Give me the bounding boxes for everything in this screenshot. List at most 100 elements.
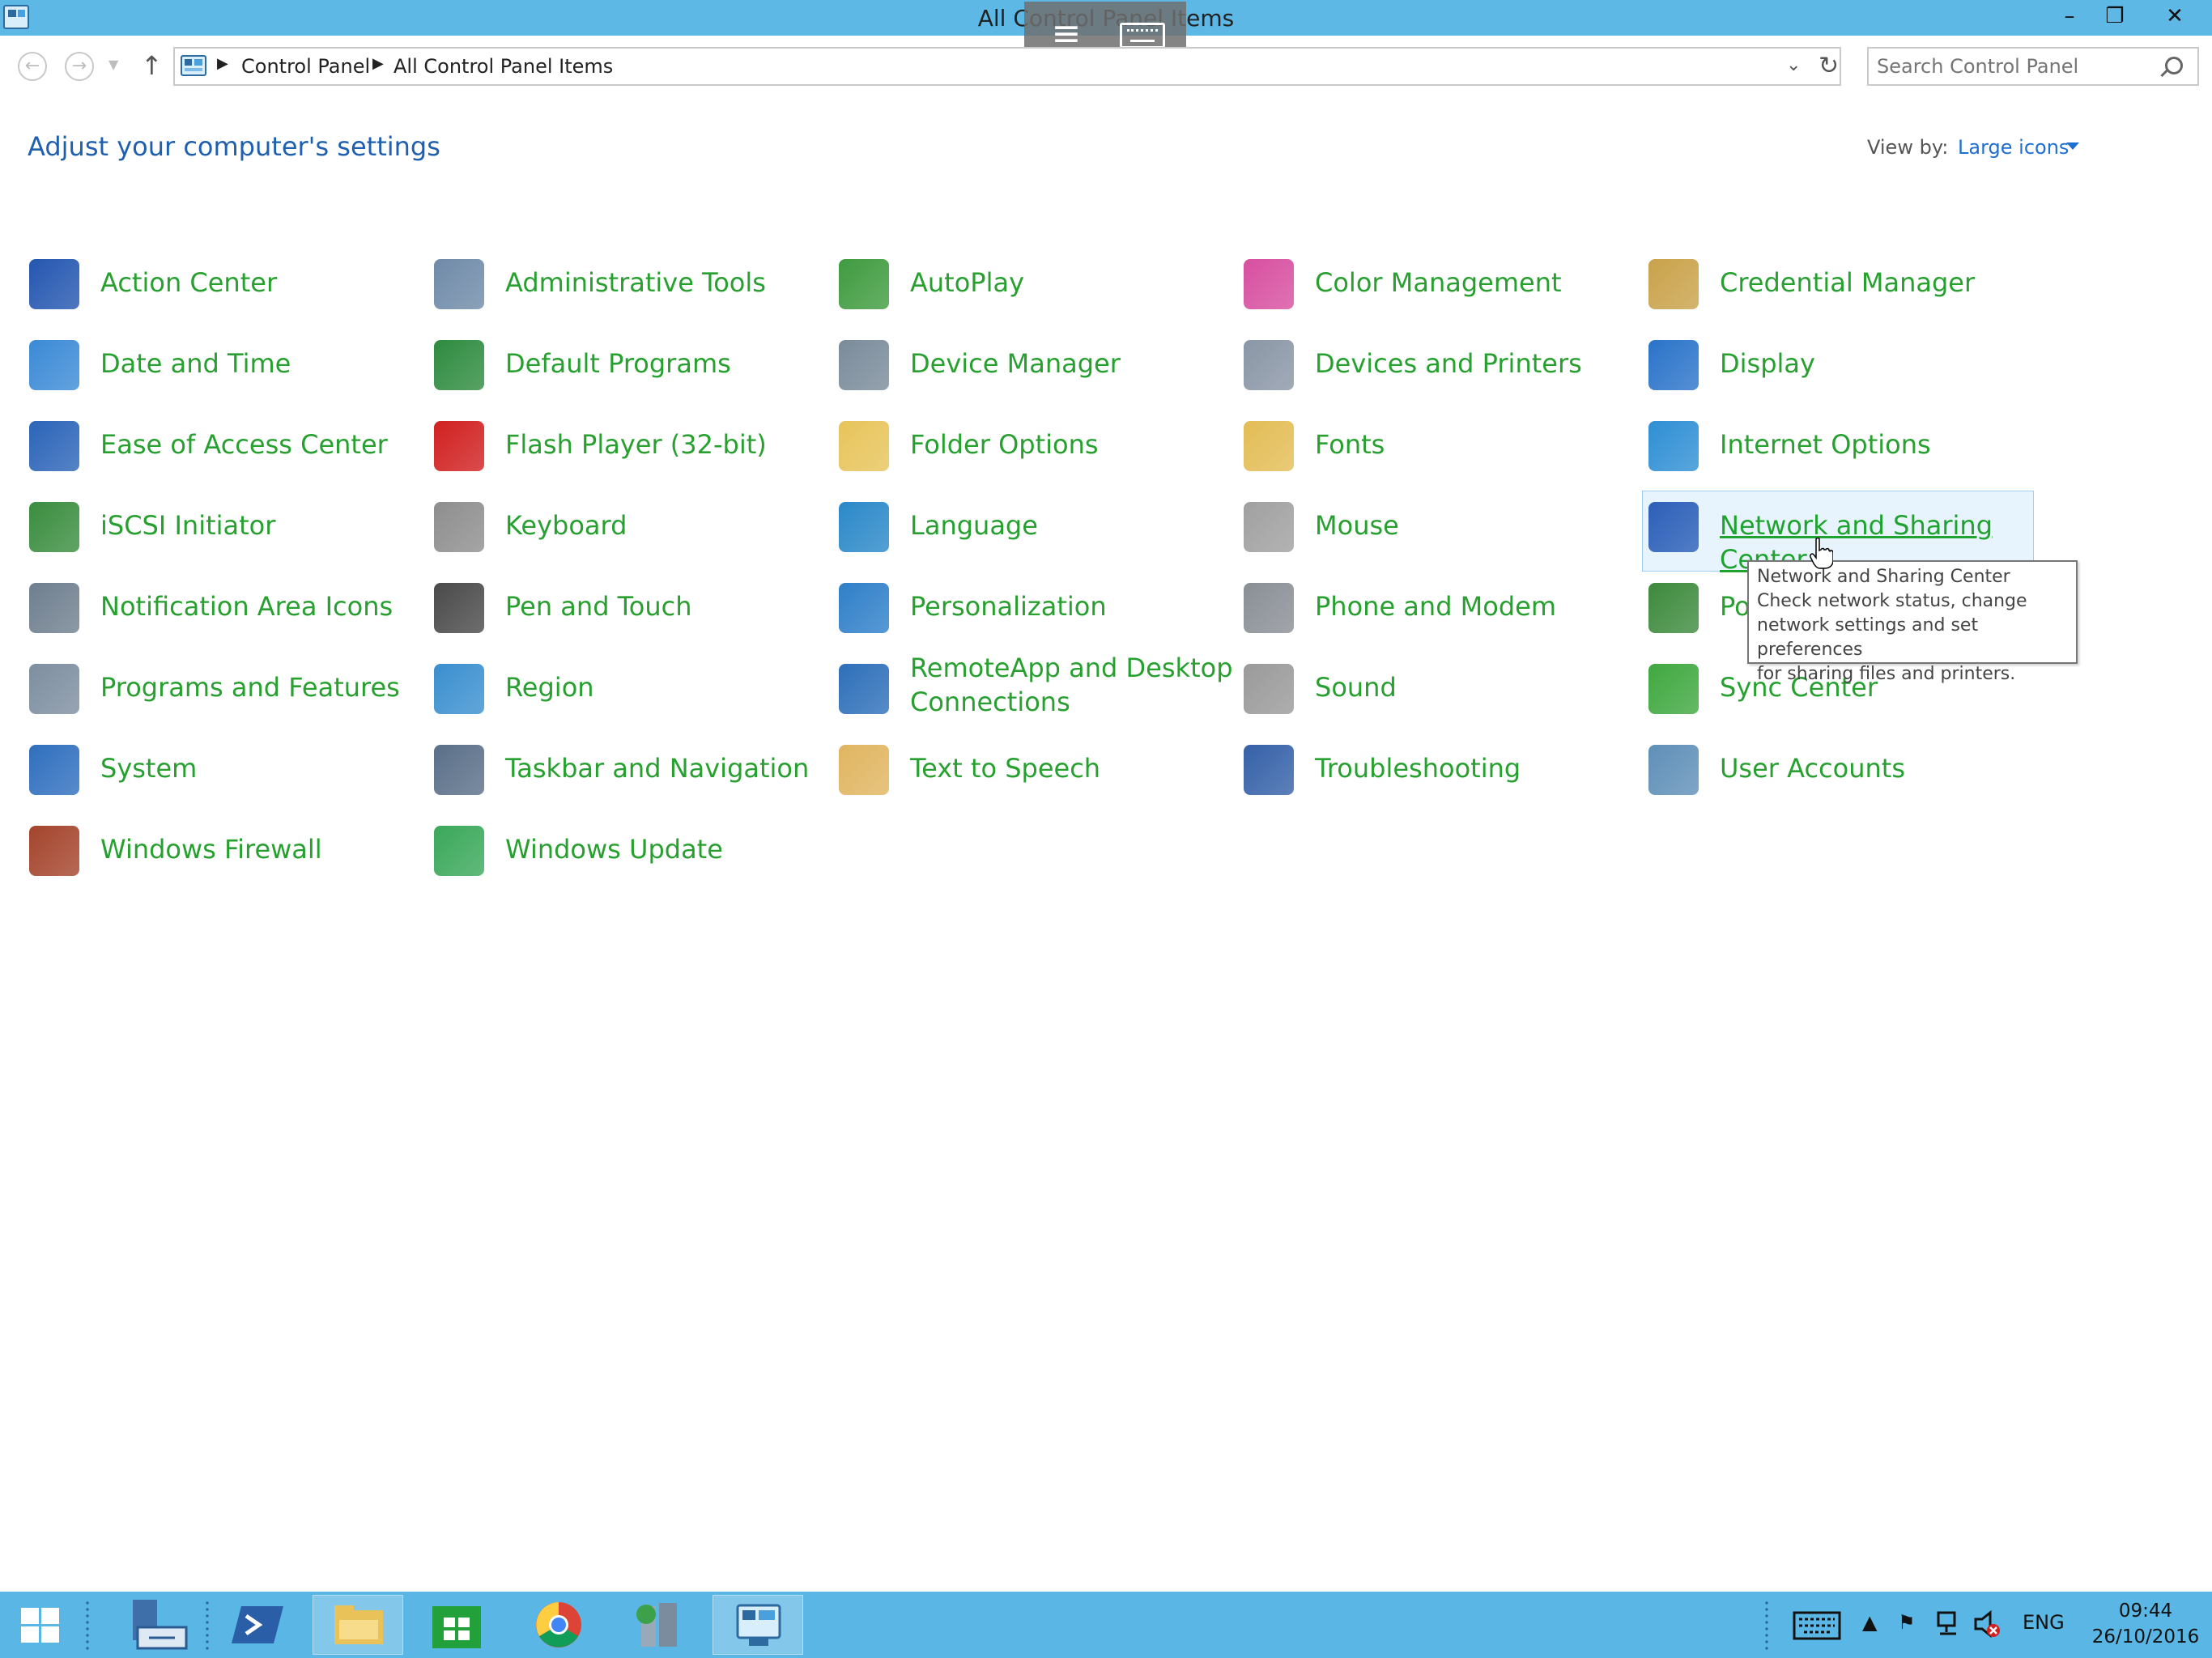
volume-muted-icon[interactable] xyxy=(1972,1609,2001,1639)
item-label[interactable]: Display xyxy=(1720,346,2044,380)
control-panel-item-troubleshooting[interactable]: Troubleshooting xyxy=(1239,729,1644,810)
breadcrumb-chevron-icon[interactable]: ▶ xyxy=(372,55,384,72)
control-panel-item-region[interactable]: Region xyxy=(429,648,834,729)
search-box[interactable] xyxy=(1867,47,2199,86)
item-label[interactable]: Keyboard xyxy=(505,508,829,542)
control-panel-item-user-accounts[interactable]: User Accounts xyxy=(1644,729,2048,810)
control-panel-item-notification-area-icons[interactable]: Notification Area Icons xyxy=(24,567,429,648)
search-input[interactable] xyxy=(1877,53,2152,79)
control-panel-item-ease-of-access-center[interactable]: Ease of Access Center xyxy=(24,405,429,486)
control-panel-item-programs-and-features[interactable]: Programs and Features xyxy=(24,648,429,729)
chrome-taskbar-icon[interactable] xyxy=(513,1595,604,1655)
forward-button[interactable]: → xyxy=(65,52,94,81)
control-panel-taskbar-icon[interactable] xyxy=(713,1595,803,1655)
powershell-taskbar-icon[interactable] xyxy=(212,1595,303,1655)
search-icon[interactable] xyxy=(2165,57,2183,74)
control-panel-item-taskbar-and-navigation[interactable]: Taskbar and Navigation xyxy=(429,729,834,810)
item-label[interactable]: Flash Player (32-bit) xyxy=(505,427,829,461)
network-icon[interactable] xyxy=(1935,1609,1964,1639)
system-tools-taskbar-icon[interactable] xyxy=(614,1595,704,1655)
item-label[interactable]: Ease of Access Center xyxy=(100,427,424,461)
address-bar[interactable]: ▶ Control Panel ▶ All Control Panel Item… xyxy=(173,47,1841,86)
back-button[interactable]: ← xyxy=(18,52,47,81)
control-panel-item-language[interactable]: Language xyxy=(834,486,1239,567)
control-panel-item-network-and-sharing-center[interactable]: Network and Sharing Center xyxy=(1642,486,2048,575)
control-panel-item-display[interactable]: Display xyxy=(1644,324,2048,405)
item-label[interactable]: Region xyxy=(505,670,829,704)
taskbar-grip[interactable] xyxy=(204,1600,211,1650)
start-button-windows-icon[interactable] xyxy=(21,1608,62,1643)
control-panel-item-iscsi-initiator[interactable]: iSCSI Initiator xyxy=(24,486,429,567)
restore-button[interactable]: ❐ xyxy=(2094,0,2136,32)
item-label[interactable]: Pen and Touch xyxy=(505,589,829,623)
item-label[interactable]: Internet Options xyxy=(1720,427,2044,461)
view-by-dropdown[interactable]: Large icons xyxy=(1958,136,2069,159)
breadcrumb-chevron-icon[interactable]: ▶ xyxy=(217,55,228,72)
item-label[interactable]: Sound xyxy=(1315,670,1639,704)
keyboard-icon[interactable] xyxy=(1120,23,1165,49)
item-label[interactable]: Notification Area Icons xyxy=(100,589,424,623)
item-label[interactable]: Windows Firewall xyxy=(100,832,424,866)
control-panel-item-default-programs[interactable]: Default Programs xyxy=(429,324,834,405)
dropdown-caret-icon[interactable] xyxy=(2066,142,2079,150)
item-label[interactable]: System xyxy=(100,751,424,785)
server-manager-taskbar-icon[interactable] xyxy=(110,1595,201,1655)
item-label[interactable]: Devices and Printers xyxy=(1315,346,1639,380)
address-dropdown-icon[interactable]: ⌄ xyxy=(1786,55,1801,75)
control-panel-item-system[interactable]: System xyxy=(24,729,429,810)
control-panel-item-windows-update[interactable]: Windows Update xyxy=(429,810,834,891)
control-panel-item-internet-options[interactable]: Internet Options xyxy=(1644,405,2048,486)
control-panel-item-sound[interactable]: Sound xyxy=(1239,648,1644,729)
file-explorer-taskbar-icon[interactable] xyxy=(313,1595,403,1655)
control-panel-item-devices-and-printers[interactable]: Devices and Printers xyxy=(1239,324,1644,405)
control-panel-item-phone-and-modem[interactable]: Phone and Modem xyxy=(1239,567,1644,648)
control-panel-item-fonts[interactable]: Fonts xyxy=(1239,405,1644,486)
recent-locations-chevron-icon[interactable]: ▼ xyxy=(108,57,118,72)
item-label[interactable]: Administrative Tools xyxy=(505,266,829,300)
item-label[interactable]: Color Management xyxy=(1315,266,1639,300)
control-panel-item-keyboard[interactable]: Keyboard xyxy=(429,486,834,567)
item-label[interactable]: Programs and Features xyxy=(100,670,424,704)
taskbar-grip[interactable] xyxy=(1763,1600,1770,1650)
item-label[interactable]: AutoPlay xyxy=(910,266,1234,300)
close-button[interactable]: ✕ xyxy=(2150,0,2199,32)
control-panel-item-device-manager[interactable]: Device Manager xyxy=(834,324,1239,405)
item-label[interactable]: Credential Manager xyxy=(1720,266,2044,300)
item-label[interactable]: Folder Options xyxy=(910,427,1234,461)
control-panel-item-folder-options[interactable]: Folder Options xyxy=(834,405,1239,486)
item-label[interactable]: RemoteApp and Desktop Connections xyxy=(910,651,1234,719)
show-hidden-icons-chevron-icon[interactable]: ▲ xyxy=(1862,1611,1877,1634)
language-indicator[interactable]: ENG xyxy=(2023,1611,2065,1634)
clock[interactable]: 09:44 26/10/2016 xyxy=(2089,1598,2202,1650)
item-label[interactable]: Mouse xyxy=(1315,508,1639,542)
minimize-button[interactable]: – xyxy=(2048,0,2091,32)
taskbar-grip[interactable] xyxy=(84,1600,91,1650)
item-label[interactable]: Device Manager xyxy=(910,346,1234,380)
control-panel-item-flash-player-32-bit[interactable]: Flash Player (32-bit) xyxy=(429,405,834,486)
item-label[interactable]: Personalization xyxy=(910,589,1234,623)
breadcrumb-all-items[interactable]: All Control Panel Items xyxy=(393,55,613,78)
item-label[interactable]: Action Center xyxy=(100,266,424,300)
control-panel-item-date-and-time[interactable]: Date and Time xyxy=(24,324,429,405)
item-label[interactable]: Default Programs xyxy=(505,346,829,380)
item-label[interactable]: Windows Update xyxy=(505,832,829,866)
item-label[interactable]: Phone and Modem xyxy=(1315,589,1639,623)
action-center-flag-icon[interactable]: ⚑ xyxy=(1898,1611,1916,1634)
item-label[interactable]: Taskbar and Navigation xyxy=(505,751,829,785)
touch-keyboard-icon[interactable] xyxy=(1793,1611,1841,1640)
item-label[interactable]: Language xyxy=(910,508,1234,542)
store-taskbar-icon[interactable] xyxy=(411,1595,502,1655)
up-button[interactable]: ↑ xyxy=(141,50,163,81)
control-panel-item-text-to-speech[interactable]: Text to Speech xyxy=(834,729,1239,810)
item-label[interactable]: Fonts xyxy=(1315,427,1639,461)
control-panel-item-action-center[interactable]: Action Center xyxy=(24,243,429,324)
control-panel-item-autoplay[interactable]: AutoPlay xyxy=(834,243,1239,324)
control-panel-item-windows-firewall[interactable]: Windows Firewall xyxy=(24,810,429,891)
control-panel-item-mouse[interactable]: Mouse xyxy=(1239,486,1644,567)
control-panel-item-personalization[interactable]: Personalization xyxy=(834,567,1239,648)
item-label[interactable]: Troubleshooting xyxy=(1315,751,1639,785)
control-panel-item-credential-manager[interactable]: Credential Manager xyxy=(1644,243,2048,324)
control-panel-item-remoteapp-and-desktop-connections[interactable]: RemoteApp and Desktop Connections xyxy=(834,648,1239,729)
control-panel-item-pen-and-touch[interactable]: Pen and Touch xyxy=(429,567,834,648)
refresh-icon[interactable]: ↻ xyxy=(1819,52,1839,80)
